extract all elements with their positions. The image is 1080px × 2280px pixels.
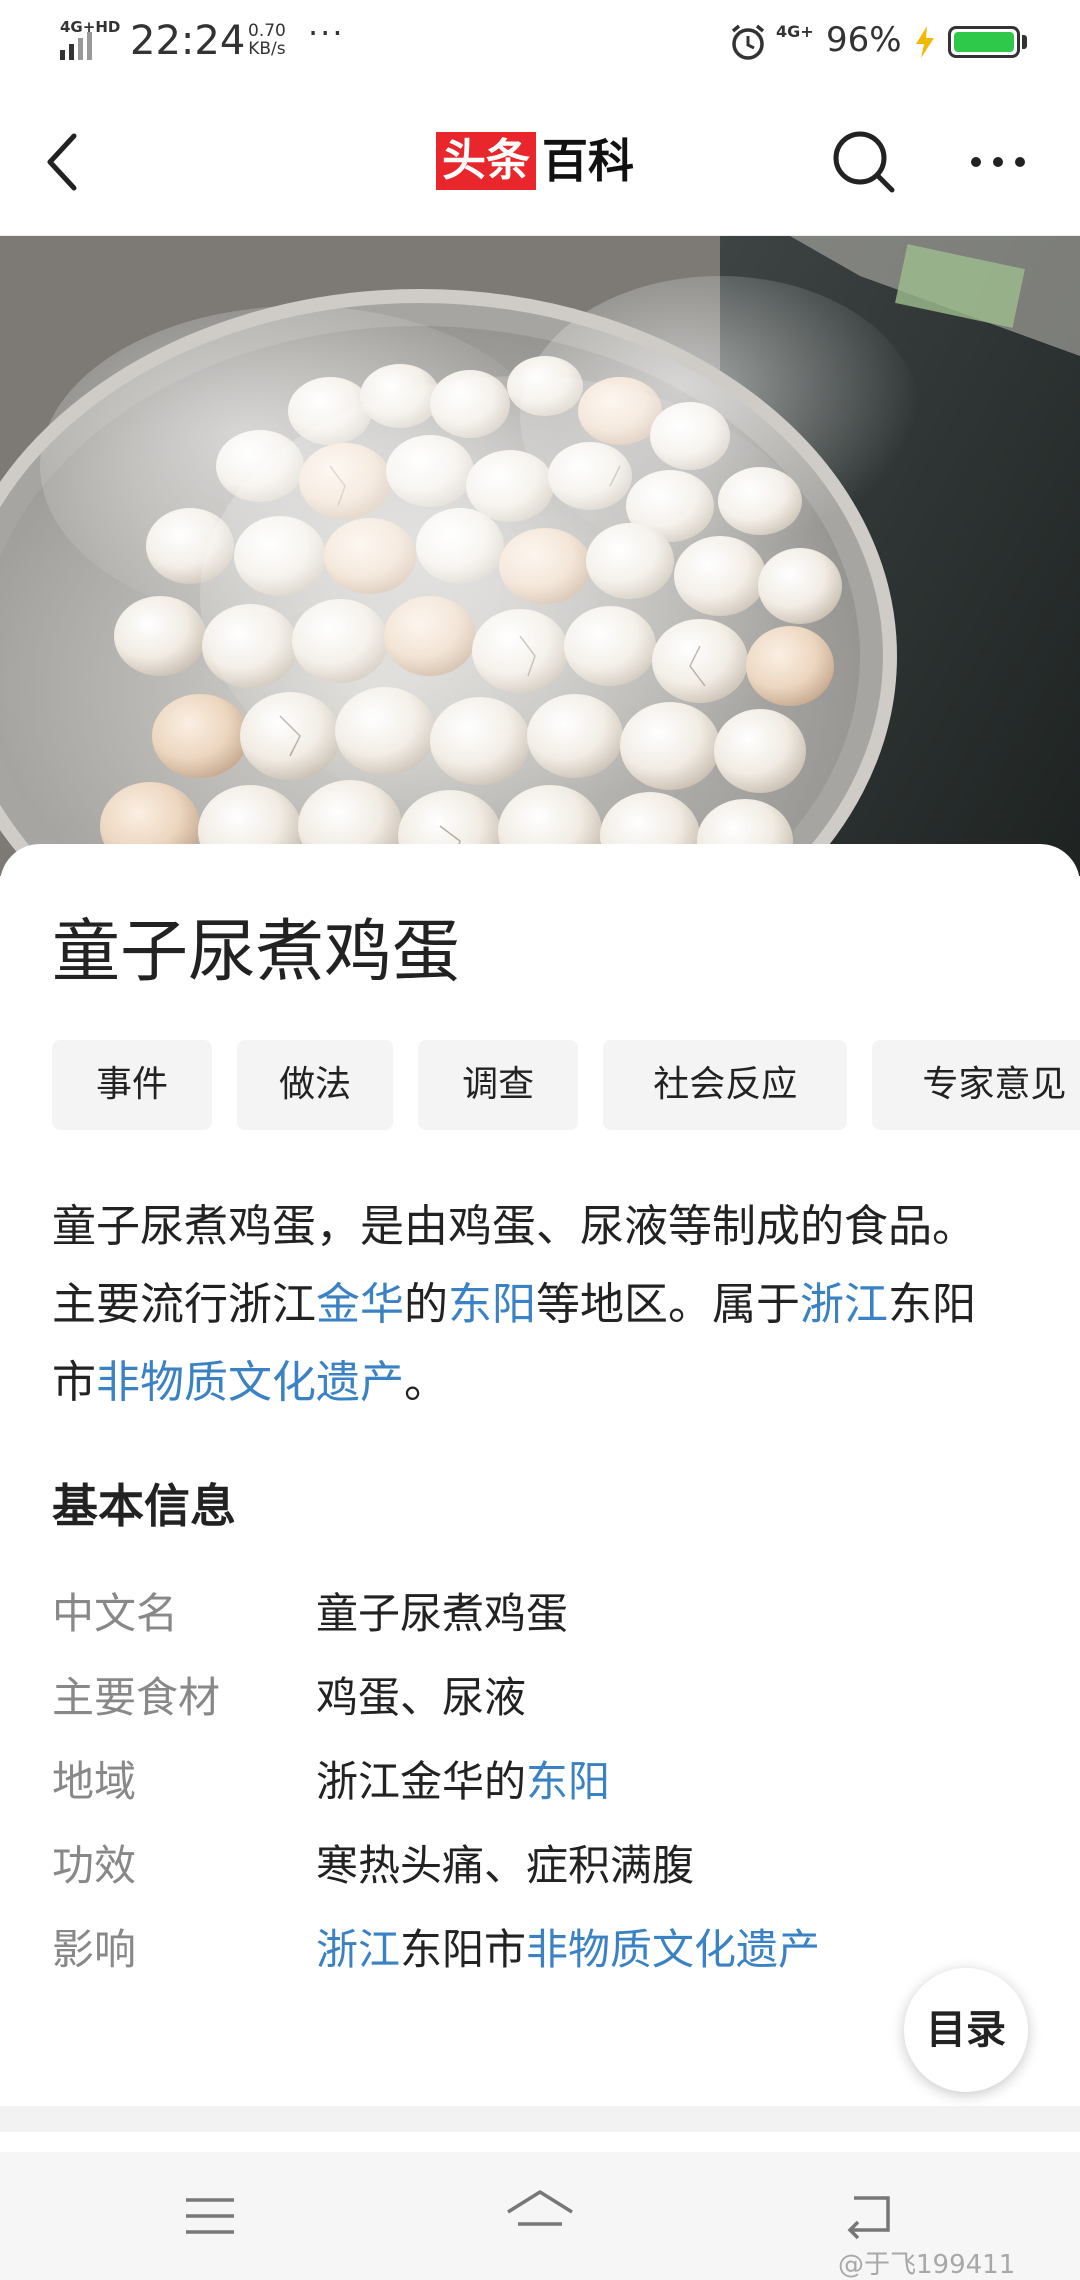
info-key: 中文名: [52, 1588, 179, 1638]
search-icon[interactable]: [828, 124, 898, 200]
info-row-influence: 影响 浙江东阳市非物质文化遗产: [52, 1904, 1032, 1988]
network-type: 4G+HD: [60, 18, 121, 36]
info-row-chinese-name: 中文名 童子尿煮鸡蛋: [52, 1568, 1032, 1652]
info-value-text: 浙江金华的: [316, 1756, 527, 1806]
tab-investigation[interactable]: 调查: [418, 1040, 579, 1130]
info-row-efficacy: 功效 寒热头痛、症积满腹: [52, 1820, 1032, 1904]
info-value-text: 鸡蛋、尿液: [316, 1672, 527, 1722]
alarm-icon: [731, 24, 765, 60]
tab-events[interactable]: 事件: [52, 1040, 212, 1130]
battery-tip: [1022, 35, 1027, 49]
net-speed: 0.70 KB/s: [248, 22, 286, 58]
link-jinhua[interactable]: 金华: [316, 1279, 404, 1330]
summary-text: 等地区。属于: [536, 1279, 800, 1330]
status-more: ···: [308, 14, 345, 52]
info-key: 影响: [52, 1924, 137, 1974]
link-intangible-heritage[interactable]: 非物质文化遗产: [526, 1925, 820, 1974]
logo-black-part: 百科: [542, 134, 634, 188]
info-key: 功效: [52, 1840, 137, 1890]
summary-text: 的: [404, 1279, 448, 1330]
info-value: 寒热头痛、症积满腹: [316, 1832, 694, 1893]
home-icon[interactable]: [504, 2186, 576, 2242]
clock: 22:24: [130, 18, 246, 64]
link-dongyang[interactable]: 东阳: [448, 1279, 536, 1330]
tab-social-reaction[interactable]: 社会反应: [603, 1040, 848, 1130]
info-value: 浙江金华的东阳: [316, 1748, 610, 1809]
hero-image: [0, 236, 1080, 876]
tab-method[interactable]: 做法: [237, 1040, 394, 1130]
logo-red-part: 头条: [436, 132, 536, 190]
page-title: 童子尿煮鸡蛋: [52, 913, 461, 992]
net-speed-unit: KB/s: [248, 39, 286, 59]
network-type-right: 4G+: [776, 22, 814, 41]
section-divider: [0, 2106, 1080, 2132]
info-key: 主要食材: [52, 1672, 221, 1722]
table-of-contents-button[interactable]: 目录: [904, 1968, 1028, 2092]
battery-icon: [948, 26, 1020, 58]
summary-text: 。: [404, 1357, 448, 1408]
info-value-text: 寒热头痛、症积满腹: [316, 1840, 695, 1890]
toutiao-baike-logo: 头条 百科: [436, 132, 634, 190]
status-bar: 4G+HD 22:24 0.70 KB/s ··· 4G+ 96%: [0, 0, 1080, 88]
link-zhejiang[interactable]: 浙江: [316, 1925, 400, 1974]
battery-percent: 96%: [826, 20, 902, 60]
info-value: 鸡蛋、尿液: [316, 1664, 526, 1725]
summary-paragraph: 童子尿煮鸡蛋，是由鸡蛋、尿液等制成的食品。主要流行浙江金华的东阳等地区。属于浙江…: [52, 1188, 1012, 1422]
basic-info-heading: 基本信息: [52, 1479, 236, 1533]
info-value: 浙江东阳市非物质文化遗产: [316, 1916, 820, 1977]
more-icon[interactable]: [960, 124, 1036, 200]
chevron-left-icon[interactable]: [36, 124, 92, 200]
app-header: 头条 百科: [0, 88, 1080, 236]
net-speed-value: 0.70: [248, 21, 286, 41]
basic-info-table: 中文名 童子尿煮鸡蛋 主要食材 鸡蛋、尿液 地域 浙江金华的东阳 功效 寒热头痛…: [52, 1568, 1032, 1988]
system-nav-bar: @于飞199411: [0, 2152, 1080, 2280]
charging-icon: [916, 26, 934, 58]
info-key: 地域: [52, 1756, 137, 1806]
menu-icon[interactable]: [182, 2188, 238, 2244]
back-icon[interactable]: [840, 2184, 900, 2244]
weibo-watermark: @于飞199411: [838, 2250, 1016, 2280]
section-tabs: 事件 做法 调查 社会反应 专家意见: [52, 1040, 1080, 1130]
info-value-text: 童子尿煮鸡蛋: [316, 1588, 569, 1638]
info-value: 童子尿煮鸡蛋: [316, 1580, 568, 1641]
link-zhejiang[interactable]: 浙江: [800, 1279, 888, 1330]
link-intangible-heritage[interactable]: 非物质文化遗产: [96, 1357, 404, 1408]
link-dongyang[interactable]: 东阳: [526, 1757, 610, 1806]
tab-expert-opinion[interactable]: 专家意见: [872, 1040, 1080, 1130]
info-row-region: 地域 浙江金华的东阳: [52, 1736, 1032, 1820]
info-value-text: 东阳市: [400, 1924, 527, 1974]
content-card: 童子尿煮鸡蛋 事件 做法 调查 社会反应 专家意见 童子尿煮鸡蛋，是由鸡蛋、尿液…: [0, 844, 1080, 2106]
info-row-ingredients: 主要食材 鸡蛋、尿液: [52, 1652, 1032, 1736]
